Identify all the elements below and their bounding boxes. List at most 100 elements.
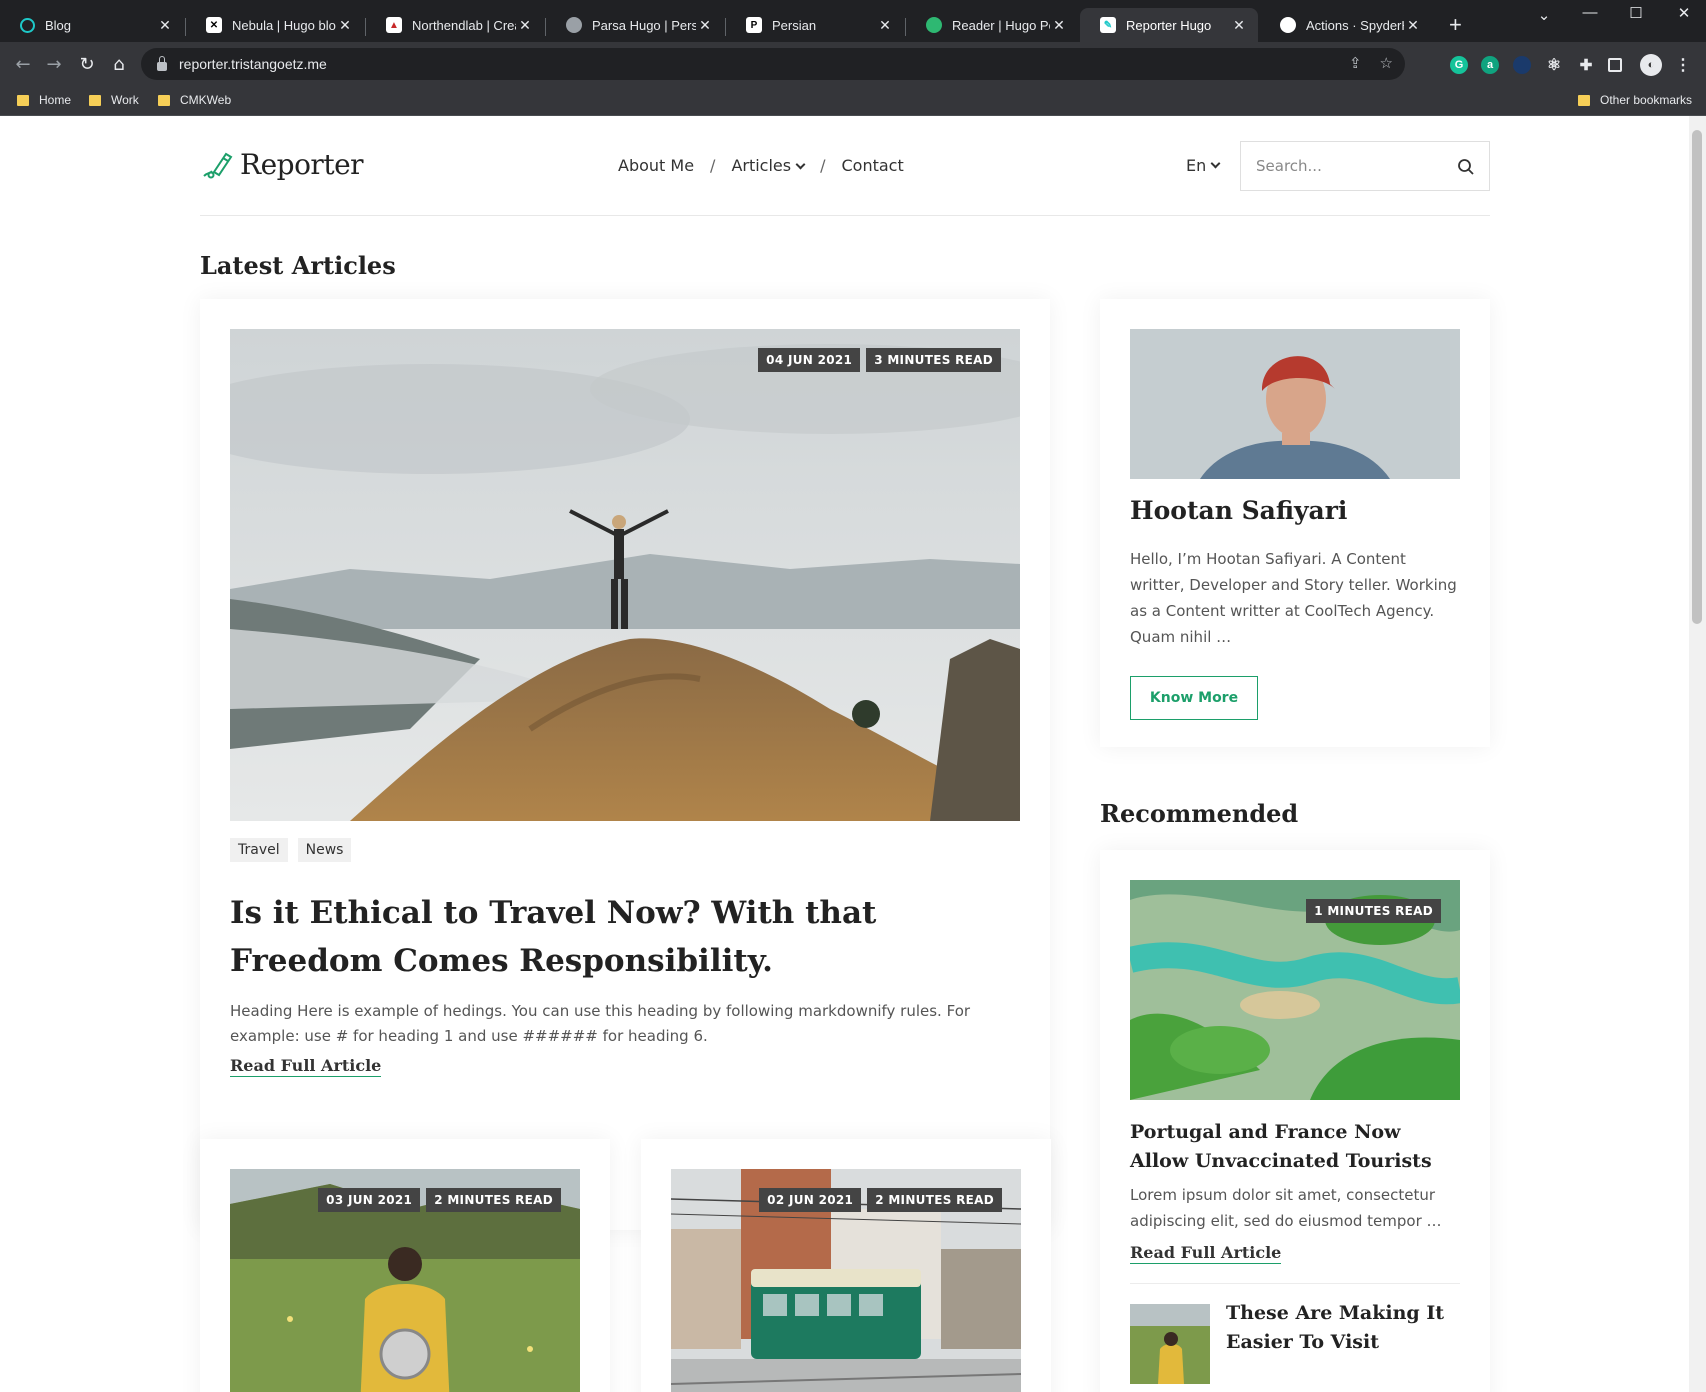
window-close-button[interactable]: ✕ [1664, 4, 1704, 22]
share-icon[interactable]: ⇪ [1349, 54, 1362, 72]
recommended-heading: Recommended [1100, 799, 1299, 828]
tab-reader[interactable]: Reader | Hugo Person ✕ [906, 8, 1078, 42]
maximize-button[interactable]: ☐ [1616, 4, 1656, 22]
pen-logo-icon [203, 152, 233, 179]
know-more-button[interactable]: Know More [1130, 676, 1258, 720]
recommended-widget: 1 MINUTES READ Portugal and France Now A… [1100, 850, 1490, 1392]
tab-label: Reader | Hugo Person [952, 17, 1050, 33]
tab-reporter-active[interactable]: ✎ Reporter Hugo ✕ [1080, 8, 1258, 42]
home-icon[interactable]: ⌂ [108, 54, 130, 75]
extension-dark-icon[interactable] [1513, 56, 1531, 74]
close-icon[interactable]: ✕ [516, 17, 534, 34]
nav-articles[interactable]: Articles [731, 156, 806, 175]
folder-icon [158, 94, 170, 106]
new-tab-button[interactable]: + [1449, 14, 1462, 36]
chevron-down-icon [1210, 158, 1221, 169]
recommended-thumb[interactable] [1130, 1304, 1210, 1384]
folder-icon [89, 94, 101, 106]
author-bio: Hello, I’m Hootan Safiyari. A Content wr… [1130, 550, 1457, 646]
reader-tab-icon [926, 17, 942, 33]
bookmark-cmkweb[interactable]: CMKWeb [158, 93, 231, 107]
logo-text: Reporter [240, 147, 364, 181]
author-widget: Hootan Safiyari Hello, I’m Hootan Safiya… [1100, 299, 1490, 747]
react-devtools-icon[interactable]: ⚛ [1545, 56, 1563, 74]
back-arrow-icon[interactable]: ← [12, 54, 34, 75]
chevron-down-icon [795, 159, 806, 170]
recommended-read-full-article-link[interactable]: Read Full Article [1130, 1243, 1282, 1264]
author-name[interactable]: Hootan Safiyari [1130, 496, 1347, 525]
close-icon[interactable]: ✕ [1404, 17, 1422, 34]
article-card: 02 JUN 2021 2 MINUTES READ [641, 1139, 1051, 1392]
article-meta-badges: 03 JUN 2021 2 MINUTES READ [318, 1188, 561, 1212]
main-nav: About Me / Articles / Contact [618, 156, 904, 175]
tag-travel[interactable]: Travel [230, 838, 288, 862]
grammarly-icon[interactable]: G [1450, 56, 1468, 74]
tab-github[interactable]: Actions · SpyderHunt ✕ [1260, 8, 1432, 42]
article-card: 03 JUN 2021 2 MINUTES READ [200, 1139, 610, 1392]
tab-persian[interactable]: P Persian ✕ [726, 8, 904, 42]
search-box [1240, 141, 1490, 191]
close-icon[interactable]: ✕ [156, 17, 174, 34]
address-bar[interactable]: reporter.tristangoetz.me ⇪ ☆ [141, 48, 1405, 80]
article-meta-badges: 02 JUN 2021 2 MINUTES READ [759, 1188, 1002, 1212]
profile-avatar[interactable]: ◐ [1640, 54, 1662, 76]
nav-contact[interactable]: Contact [842, 156, 904, 175]
reporter-tab-icon: ✎ [1100, 17, 1116, 33]
blog-tab-icon [20, 17, 35, 33]
recommended-meta-badges: 1 MINUTES READ [1306, 899, 1441, 923]
close-icon[interactable]: ✕ [876, 17, 894, 34]
minimize-button[interactable]: — [1570, 4, 1610, 21]
scrollbar-thumb[interactable] [1692, 130, 1702, 624]
menu-dots-icon[interactable]: ⋮ [1674, 56, 1692, 74]
read-time-badge: 3 MINUTES READ [866, 348, 1001, 372]
side-panel-icon[interactable] [1608, 58, 1622, 72]
tab-label: Parsa Hugo | Persona [592, 17, 696, 33]
extensions-puzzle-icon[interactable]: ✚ [1577, 56, 1595, 74]
other-bookmarks[interactable]: Other bookmarks [1578, 93, 1692, 107]
tab-blog[interactable]: Blog ✕ [0, 8, 184, 42]
recommended-article-title[interactable]: Portugal and France Now Allow Unvaccinat… [1130, 1118, 1460, 1176]
tag-news[interactable]: News [297, 838, 352, 862]
featured-article-image[interactable] [230, 329, 1020, 821]
nav-separator: / [820, 156, 826, 175]
forward-arrow-icon[interactable]: → [43, 54, 65, 75]
read-time-badge: 2 MINUTES READ [867, 1188, 1002, 1212]
star-icon[interactable]: ☆ [1380, 54, 1393, 72]
tab-search-icon[interactable]: ⌄ [1524, 6, 1564, 24]
hiker-thumb-photo [1130, 1304, 1210, 1384]
date-badge: 04 JUN 2021 [758, 348, 861, 372]
close-icon[interactable]: ✕ [336, 17, 354, 34]
extension-a-icon[interactable]: a [1481, 56, 1499, 74]
tab-northendlab[interactable]: ▲ Northendlab | Creativ ✕ [366, 8, 544, 42]
recommended-divider [1130, 1283, 1460, 1284]
bookmark-work[interactable]: Work [89, 93, 139, 107]
nav-about[interactable]: About Me [618, 156, 694, 175]
tab-label: Actions · SpyderHunt [1306, 17, 1404, 33]
tab-nebula[interactable]: ✕ Nebula | Hugo blog th ✕ [186, 8, 364, 42]
mountain-photo [230, 329, 1020, 821]
site-logo[interactable]: Reporter [200, 146, 364, 182]
reload-icon[interactable]: ↻ [76, 54, 98, 75]
bookmarks-bar: Home Work CMKWeb Other bookmarks [0, 88, 1706, 116]
search-icon[interactable] [1457, 158, 1475, 176]
search-input[interactable] [1256, 157, 1446, 175]
nav-articles-label: Articles [731, 156, 792, 175]
tab-parsa[interactable]: Parsa Hugo | Persona ✕ [546, 8, 724, 42]
author-photo[interactable] [1130, 329, 1460, 479]
featured-article-title[interactable]: Is it Ethical to Travel Now? With that F… [230, 889, 1020, 985]
language-selector[interactable]: En [1186, 156, 1221, 175]
recommended-second-title[interactable]: These Are Making It Easier To Visit [1226, 1299, 1460, 1357]
header-divider [200, 215, 1490, 216]
tab-label: Persian [772, 17, 817, 33]
close-icon[interactable]: ✕ [1050, 17, 1068, 34]
featured-read-full-article-link[interactable]: Read Full Article [230, 1056, 382, 1077]
persian-tab-icon: P [746, 17, 762, 33]
url-text: reporter.tristangoetz.me [179, 56, 327, 72]
tab-label: Reporter Hugo [1126, 17, 1212, 33]
browser-toolbar: ← → ↻ ⌂ reporter.tristangoetz.me ⇪ ☆ G a… [0, 42, 1706, 88]
close-icon[interactable]: ✕ [696, 17, 714, 34]
recommended-article-excerpt: Lorem ipsum dolor sit amet, consectetur … [1130, 1186, 1442, 1230]
bookmark-home[interactable]: Home [17, 93, 71, 107]
tab-label: Blog [45, 17, 72, 33]
close-icon[interactable]: ✕ [1230, 17, 1248, 34]
